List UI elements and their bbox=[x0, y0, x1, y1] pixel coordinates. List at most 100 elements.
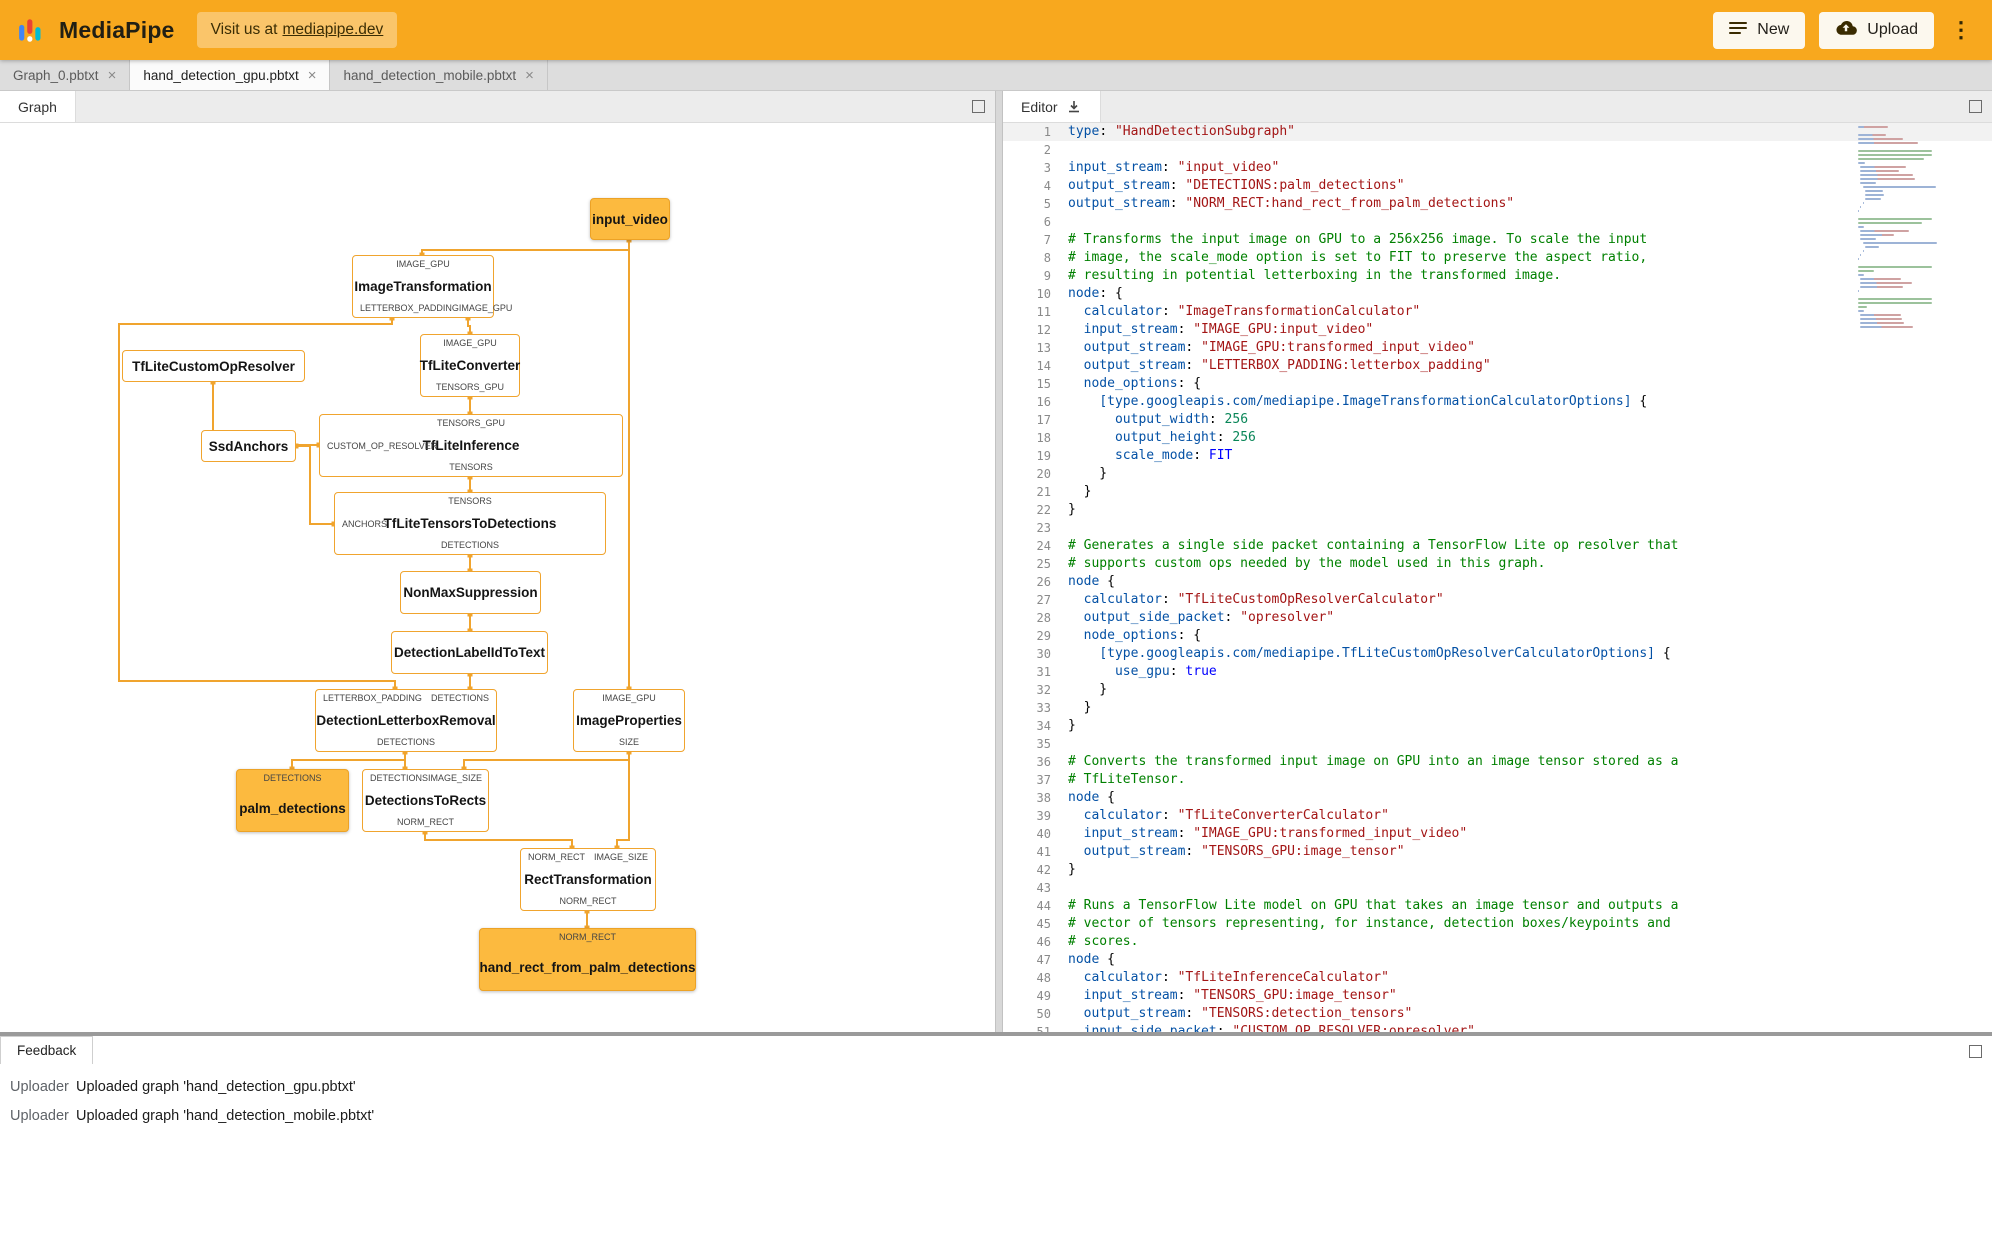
code-line[interactable]: 16 [type.googleapis.com/mediapipe.ImageT… bbox=[1003, 393, 1992, 411]
node-label: NonMaxSuppression bbox=[403, 585, 538, 600]
graph-edge bbox=[291, 759, 405, 769]
code-line[interactable]: 32 } bbox=[1003, 681, 1992, 699]
graph-node-input-video[interactable]: input_video bbox=[590, 198, 670, 240]
close-icon[interactable]: × bbox=[525, 68, 534, 83]
port-label: NORM_RECT bbox=[558, 932, 616, 942]
close-icon[interactable]: × bbox=[308, 68, 317, 83]
code-line[interactable]: 44 # Runs a TensorFlow Lite model on GPU … bbox=[1003, 897, 1992, 915]
graph-node-hand-rect-from-palm-detections[interactable]: NORM_RECT hand_rect_from_palm_detections bbox=[479, 928, 696, 991]
code-line[interactable]: 40 input_stream: "IMAGE_GPU:transformed_… bbox=[1003, 825, 1992, 843]
visit-link[interactable]: mediapipe.dev bbox=[282, 21, 383, 39]
main-split: Graph input_video IMAGE_GPU ImageTransfo… bbox=[0, 91, 1992, 1032]
graph-node-image-transformation[interactable]: IMAGE_GPU ImageTransformation LETTERBOX_… bbox=[352, 255, 512, 318]
file-tab-hand-detection-gpu[interactable]: hand_detection_gpu.pbtxt × bbox=[130, 60, 331, 90]
code-line[interactable]: 49 input_stream: "TENSORS_GPU:image_tens… bbox=[1003, 987, 1992, 1005]
popout-icon[interactable] bbox=[1969, 1045, 1982, 1058]
code-line[interactable]: 51 input_side_packet: "CUSTOM_OP_RESOLVE… bbox=[1003, 1023, 1992, 1032]
code-line[interactable]: 4 output_stream: "DETECTIONS:palm_detecti… bbox=[1003, 177, 1992, 195]
node-label: palm_detections bbox=[239, 800, 346, 816]
new-button[interactable]: New bbox=[1713, 11, 1806, 49]
code-line[interactable]: 10 node: { bbox=[1003, 285, 1992, 303]
code-line[interactable]: 36 # Converts the transformed input image… bbox=[1003, 753, 1992, 771]
graph-node-image-properties[interactable]: IMAGE_GPU ImageProperties SIZE bbox=[573, 689, 685, 752]
port-label: LETTERBOX_PADDING bbox=[323, 693, 422, 703]
download-icon[interactable] bbox=[1066, 99, 1082, 115]
tab-feedback[interactable]: Feedback bbox=[0, 1036, 94, 1064]
file-tab-hand-detection-mobile[interactable]: hand_detection_mobile.pbtxt × bbox=[330, 60, 548, 90]
graph-node-tflite-custom-op-resolver[interactable]: TfLiteCustomOpResolver bbox=[122, 350, 305, 382]
editor-minimap[interactable] bbox=[1858, 125, 1946, 329]
code-line[interactable]: 14 output_stream: "LETTERBOX_PADDING:let… bbox=[1003, 357, 1992, 375]
code-line[interactable]: 6 bbox=[1003, 213, 1992, 231]
graph-canvas[interactable]: input_video IMAGE_GPU ImageTransformatio… bbox=[0, 123, 995, 1032]
popout-icon[interactable] bbox=[972, 100, 985, 113]
code-line[interactable]: 42} bbox=[1003, 861, 1992, 879]
upload-button[interactable]: Upload bbox=[1819, 11, 1934, 49]
graph-node-tflite-inference[interactable]: TENSORS_GPU CUSTOM_OP_RESOLVER TfLiteInf… bbox=[319, 414, 623, 477]
graph-node-rect-transformation[interactable]: NORM_RECT IMAGE_SIZE RectTransformation … bbox=[520, 848, 656, 911]
code-line[interactable]: 21 } bbox=[1003, 483, 1992, 501]
code-line[interactable]: 8 # image, the scale_mode option is set t… bbox=[1003, 249, 1992, 267]
code-line[interactable]: 19 scale_mode: FIT bbox=[1003, 447, 1992, 465]
code-line[interactable]: 30 [type.googleapis.com/mediapipe.TfLite… bbox=[1003, 645, 1992, 663]
code-editor[interactable]: 1 type: "HandDetectionSubgraph" 2 3 input_st… bbox=[1003, 123, 1992, 1032]
code-line[interactable]: 27 calculator: "TfLiteCustomOpResolverCa… bbox=[1003, 591, 1992, 609]
code-line[interactable]: 24 # Generates a single side packet conta… bbox=[1003, 537, 1992, 555]
graph-node-detection-letterbox-removal[interactable]: LETTERBOX_PADDING DETECTIONS DetectionLe… bbox=[315, 689, 497, 752]
code-line[interactable]: 11 calculator: "ImageTransformationCalcu… bbox=[1003, 303, 1992, 321]
port-label: IMAGE_GPU bbox=[458, 303, 513, 313]
tab-graph[interactable]: Graph bbox=[0, 91, 76, 122]
close-icon[interactable]: × bbox=[108, 68, 117, 83]
code-line[interactable]: 35 bbox=[1003, 735, 1992, 753]
app-header: MediaPipe Visit us at mediapipe.dev New … bbox=[0, 0, 1992, 60]
code-line[interactable]: 48 calculator: "TfLiteInferenceCalculato… bbox=[1003, 969, 1992, 987]
code-line[interactable]: 23 bbox=[1003, 519, 1992, 537]
port-label: SIZE bbox=[618, 737, 639, 747]
popout-icon[interactable] bbox=[1969, 100, 1982, 113]
code-line[interactable]: 31 use_gpu: true bbox=[1003, 663, 1992, 681]
code-line[interactable]: 9 # resulting in potential letterboxing i… bbox=[1003, 267, 1992, 285]
code-line[interactable]: 46 # scores. bbox=[1003, 933, 1992, 951]
code-line[interactable]: 17 output_width: 256 bbox=[1003, 411, 1992, 429]
code-line[interactable]: 28 output_side_packet: "opresolver" bbox=[1003, 609, 1992, 627]
port-label: ANCHORS bbox=[342, 518, 388, 529]
code-line[interactable]: 38 node { bbox=[1003, 789, 1992, 807]
port-label: DETECTIONS bbox=[430, 693, 489, 703]
graph-node-palm-detections[interactable]: DETECTIONS palm_detections bbox=[236, 769, 349, 832]
code-line[interactable]: 5 output_stream: "NORM_RECT:hand_rect_fro… bbox=[1003, 195, 1992, 213]
code-line[interactable]: 47 node { bbox=[1003, 951, 1992, 969]
code-line[interactable]: 7 # Transforms the input image on GPU to … bbox=[1003, 231, 1992, 249]
node-label: TfLiteCustomOpResolver bbox=[132, 358, 295, 374]
code-line[interactable]: 2 bbox=[1003, 141, 1992, 159]
code-line[interactable]: 15 node_options: { bbox=[1003, 375, 1992, 393]
code-line[interactable]: 3 input_stream: "input_video" bbox=[1003, 159, 1992, 177]
port-label: TENSORS_GPU bbox=[436, 418, 505, 428]
code-line[interactable]: 45 # vector of tensors representing, for … bbox=[1003, 915, 1992, 933]
graph-node-ssd-anchors[interactable]: SsdAnchors bbox=[201, 430, 296, 462]
code-line[interactable]: 25 # supports custom ops needed by the mo… bbox=[1003, 555, 1992, 573]
code-line[interactable]: 50 output_stream: "TENSORS:detection_ten… bbox=[1003, 1005, 1992, 1023]
file-tab-graph0[interactable]: Graph_0.pbtxt × bbox=[0, 60, 131, 90]
code-line[interactable]: 26 node { bbox=[1003, 573, 1992, 591]
code-line[interactable]: 20 } bbox=[1003, 465, 1992, 483]
code-line[interactable]: 37 # TfLiteTensor. bbox=[1003, 771, 1992, 789]
tab-editor[interactable]: Editor bbox=[1003, 91, 1101, 122]
more-menu-icon[interactable]: ⋮ bbox=[1948, 19, 1974, 41]
graph-node-tflite-converter[interactable]: IMAGE_GPU TfLiteConverter TENSORS_GPU bbox=[420, 334, 520, 397]
code-line[interactable]: 39 calculator: "TfLiteConverterCalculato… bbox=[1003, 807, 1992, 825]
code-line[interactable]: 29 node_options: { bbox=[1003, 627, 1992, 645]
vertical-splitter[interactable] bbox=[995, 91, 1003, 1032]
graph-node-detection-label-id-to-text[interactable]: DetectionLabelIdToText bbox=[391, 631, 548, 674]
code-line[interactable]: 18 output_height: 256 bbox=[1003, 429, 1992, 447]
code-line[interactable]: 1 type: "HandDetectionSubgraph" bbox=[1003, 123, 1992, 141]
graph-node-tflite-tensors-to-detections[interactable]: TENSORS ANCHORS TfLiteTensorsToDetection… bbox=[334, 492, 606, 555]
code-line[interactable]: 13 output_stream: "IMAGE_GPU:transformed… bbox=[1003, 339, 1992, 357]
code-line[interactable]: 33 } bbox=[1003, 699, 1992, 717]
code-line[interactable]: 12 input_stream: "IMAGE_GPU:input_video" bbox=[1003, 321, 1992, 339]
graph-node-detections-to-rects[interactable]: DETECTIONS IMAGE_SIZE DetectionsToRects … bbox=[362, 769, 489, 832]
code-line[interactable]: 22} bbox=[1003, 501, 1992, 519]
graph-node-non-max-suppression[interactable]: NonMaxSuppression bbox=[400, 571, 541, 614]
code-line[interactable]: 41 output_stream: "TENSORS_GPU:image_ten… bbox=[1003, 843, 1992, 861]
code-line[interactable]: 34} bbox=[1003, 717, 1992, 735]
code-line[interactable]: 43 bbox=[1003, 879, 1992, 897]
